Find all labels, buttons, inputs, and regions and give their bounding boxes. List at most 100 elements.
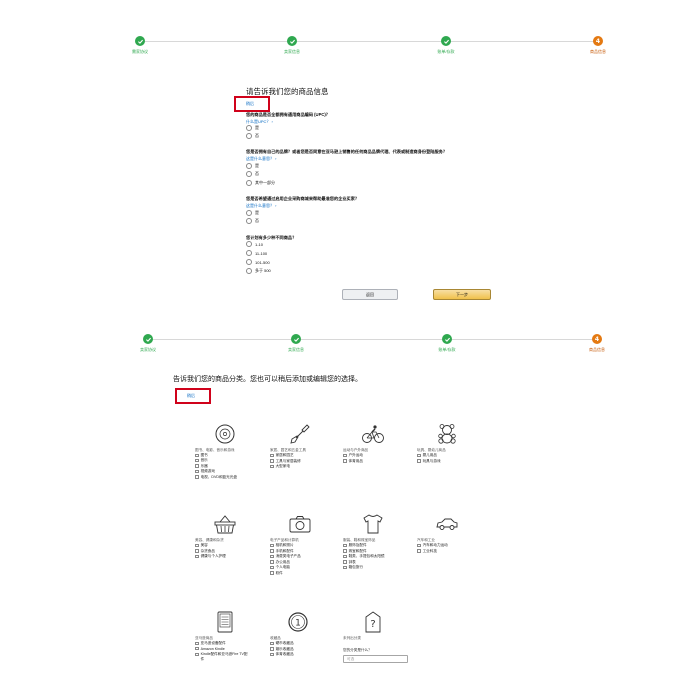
checkbox[interactable] [270,652,274,657]
option-business-yes[interactable]: 是 [246,210,259,216]
checkbox[interactable] [270,464,274,469]
option-upc-yes[interactable]: 是 [246,125,259,131]
hint-brand[interactable]: 这是什么意思？ › [246,156,276,162]
checkbox[interactable] [195,469,199,474]
option-business-no[interactable]: 否 [246,218,259,224]
category-checkbox[interactable]: 电视、DVD和蓝光光盘 [195,475,237,480]
category-checkbox[interactable]: 体育用品 [343,459,363,464]
checkbox[interactable] [343,560,347,564]
hint-business[interactable]: 这是什么意思？ › [246,203,276,209]
checkbox[interactable] [343,565,347,570]
radio-button[interactable] [246,210,252,216]
category-checkbox[interactable]: 玩具与游戏 [417,459,441,464]
category-checkbox[interactable]: 手机和配件 [270,549,294,554]
radio-button[interactable] [246,133,252,139]
checkbox[interactable] [343,459,347,463]
option-count-over-500[interactable]: 多于 500 [246,268,271,274]
checkbox[interactable] [270,565,274,570]
option-count-11-100[interactable]: 11-100 [246,250,267,256]
option-brand-some[interactable]: 其中一部分 [246,180,275,186]
checkbox[interactable] [270,571,274,575]
checkbox[interactable] [417,453,421,458]
checkbox[interactable] [270,560,274,564]
back-button[interactable]: 返回 [342,289,398,300]
checkbox[interactable] [195,475,199,479]
category-checkbox[interactable]: 消费类电子产品 [270,554,301,559]
category-checkbox[interactable]: 珠宝和配件 [343,549,367,554]
next-button[interactable]: 下一步 [433,289,491,300]
category-checkbox[interactable]: 体育收藏品 [270,652,294,657]
checkbox[interactable] [195,543,199,548]
radio-button[interactable] [246,125,252,131]
category-checkbox[interactable]: 婴儿用品 [417,453,437,458]
checkbox[interactable] [195,453,199,458]
radio-button[interactable] [246,218,252,224]
checkbox[interactable] [343,554,347,559]
category-checkbox[interactable]: 钟表 [343,560,356,565]
radio-button[interactable] [246,259,252,265]
category-checkbox[interactable]: Kindle配件和亚马逊Fire TV配件 [195,652,251,662]
radio-button[interactable] [246,180,252,186]
skip-link-2[interactable]: 稍后 [187,393,195,399]
checkbox[interactable] [195,641,199,646]
checkbox[interactable] [417,459,421,463]
checkbox[interactable] [270,647,274,651]
category-checkbox[interactable]: 鞋类、手提包和太阳镜 [343,554,385,559]
category-group-home: 家居、园艺和五金工具 家居和园艺 工具与家居装修 大型家电 [270,423,334,483]
radio-button[interactable] [246,250,252,256]
step-4-label: 商品信息 [589,347,605,352]
category-checkbox[interactable]: 杂货食品 [195,549,215,554]
other-category-input[interactable]: 可选 [343,655,408,663]
checkbox[interactable] [195,554,199,559]
category-checkbox[interactable]: 汽车和动力运动 [417,543,448,548]
category-checkbox[interactable]: 美容 [195,543,208,548]
category-checkbox[interactable]: Amazon Kindle [195,647,225,651]
category-checkbox[interactable]: 箱包旅行 [343,565,363,570]
checkbox[interactable] [195,458,199,463]
checkbox[interactable] [270,543,274,548]
checkbox[interactable] [270,554,274,559]
category-checkbox[interactable]: 亚马逊设备配件 [195,641,226,646]
category-checkbox[interactable]: 娱乐收藏品 [270,647,294,652]
option-count-101-500[interactable]: 101-500 [246,259,270,265]
category-checkbox[interactable]: 硬币收藏品 [270,641,294,646]
radio-button[interactable] [246,171,252,177]
checkbox[interactable] [270,453,274,458]
radio-button[interactable] [246,163,252,169]
category-checkbox[interactable]: 服饰及配件 [343,543,367,548]
checkbox[interactable] [343,453,347,458]
category-checkbox[interactable]: 大型家电 [270,464,290,469]
category-group-electronics: 电子产品和计算机 相机和照片 手机和配件 消费类电子产品 办公用品 个人电脑 软… [270,513,334,583]
category-checkbox[interactable]: 户外运动 [343,453,363,458]
skip-link[interactable]: 稍后 [246,101,254,107]
checkbox[interactable] [270,459,274,463]
checkbox[interactable] [195,646,199,651]
category-checkbox[interactable]: 家居和园艺 [270,453,294,458]
checkbox[interactable] [195,549,199,553]
checkbox[interactable] [195,652,199,657]
checkbox[interactable] [417,549,421,553]
category-checkbox[interactable]: 相机和照片 [270,543,294,548]
step-2-check-icon [287,36,297,46]
category-checkbox[interactable]: 音乐 [195,458,208,463]
option-count-1-10[interactable]: 1-10 [246,241,263,247]
category-checkbox[interactable]: 乐器 [195,464,208,469]
radio-button[interactable] [246,241,252,247]
checkbox[interactable] [343,549,347,553]
option-brand-yes[interactable]: 是 [246,163,259,169]
category-checkbox[interactable]: 健康与个人护理 [195,554,226,559]
option-brand-no[interactable]: 否 [246,171,259,177]
checkbox[interactable] [270,549,274,553]
category-checkbox[interactable]: 办公用品 [270,560,290,565]
category-checkbox[interactable]: 个人电脑 [270,565,290,570]
category-checkbox[interactable]: 工业科技 [417,549,437,554]
radio-button[interactable] [246,268,252,274]
checkbox[interactable] [417,543,421,548]
category-checkbox[interactable]: 视频游戏 [195,469,215,474]
checkbox[interactable] [195,464,199,468]
category-checkbox[interactable]: 软件 [270,571,283,576]
category-checkbox[interactable]: 工具与家居装修 [270,459,301,464]
checkbox[interactable] [343,543,347,548]
option-upc-no[interactable]: 否 [246,133,259,139]
checkbox[interactable] [270,641,274,646]
